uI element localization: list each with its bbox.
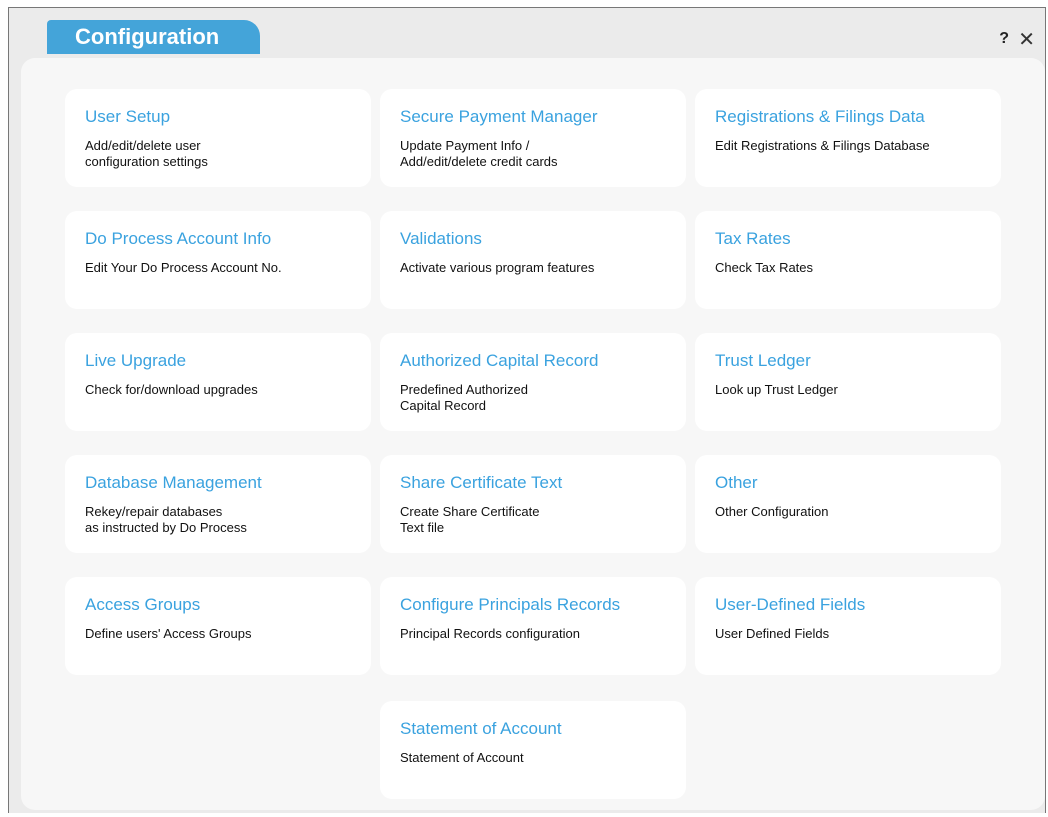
card-desc: Other Configuration [715, 504, 829, 519]
card-desc: Statement of Account [400, 750, 524, 765]
card-desc: Rekey/repair databases as instructed by … [85, 504, 247, 535]
card-trust-ledger[interactable]: Trust Ledger Look up Trust Ledger [695, 333, 1001, 431]
card-desc: User Defined Fields [715, 626, 830, 641]
help-button[interactable]: ? [999, 30, 1009, 48]
close-icon[interactable]: ✕ [1018, 27, 1035, 52]
card-user-setup[interactable]: User Setup Add/edit/delete user configur… [65, 89, 371, 187]
card-title: Configure Principals Records [400, 595, 621, 614]
config-panel: User Setup Add/edit/delete user configur… [21, 58, 1045, 810]
card-title: Trust Ledger [715, 351, 811, 370]
card-title: Secure Payment Manager [400, 107, 598, 126]
card-desc: Principal Records configuration [400, 626, 580, 641]
card-desc: Edit Your Do Process Account No. [85, 260, 282, 275]
card-share-certificate-text[interactable]: Share Certificate Text Create Share Cert… [380, 455, 686, 553]
card-registrations-filings-data[interactable]: Registrations & Filings Data Edit Regist… [695, 89, 1001, 187]
card-title: Validations [400, 229, 482, 248]
window-title: Configuration [47, 20, 260, 54]
card-user-defined-fields[interactable]: User-Defined Fields User Defined Fields [695, 577, 1001, 675]
card-authorized-capital-record[interactable]: Authorized Capital Record Predefined Aut… [380, 333, 686, 431]
card-desc: Create Share Certificate Text file [400, 504, 540, 535]
card-desc: Look up Trust Ledger [715, 382, 838, 397]
card-do-process-account-info[interactable]: Do Process Account Info Edit Your Do Pro… [65, 211, 371, 309]
card-title: Database Management [85, 473, 262, 492]
card-access-groups[interactable]: Access Groups Define users' Access Group… [65, 577, 371, 675]
card-title: Other [715, 473, 758, 492]
card-live-upgrade[interactable]: Live Upgrade Check for/download upgrades [65, 333, 371, 431]
card-title: User-Defined Fields [715, 595, 866, 614]
card-desc: Activate various program features [400, 260, 595, 275]
card-database-management[interactable]: Database Management Rekey/repair databas… [65, 455, 371, 553]
card-tax-rates[interactable]: Tax Rates Check Tax Rates [695, 211, 1001, 309]
card-desc: Check Tax Rates [715, 260, 814, 275]
configuration-window: Configuration ? ✕ User Setup Add/edit/de… [8, 7, 1046, 813]
card-desc: Predefined Authorized Capital Record [400, 382, 528, 413]
card-desc: Define users' Access Groups [85, 626, 252, 641]
card-desc: Check for/download upgrades [85, 382, 258, 397]
card-desc: Edit Registrations & Filings Database [715, 138, 930, 153]
card-title: User Setup [85, 107, 171, 126]
card-other[interactable]: Other Other Configuration [695, 455, 1001, 553]
card-validations[interactable]: Validations Activate various program fea… [380, 211, 686, 309]
card-configure-principals-records[interactable]: Configure Principals Records Principal R… [380, 577, 686, 675]
card-title: Do Process Account Info [85, 229, 272, 248]
card-title: Tax Rates [715, 229, 791, 248]
card-secure-payment-manager[interactable]: Secure Payment Manager Update Payment In… [380, 89, 686, 187]
card-title: Live Upgrade [85, 351, 187, 370]
card-title: Authorized Capital Record [400, 351, 599, 370]
card-title: Statement of Account [400, 719, 562, 738]
card-title: Share Certificate Text [400, 473, 563, 492]
card-title: Access Groups [85, 595, 201, 614]
card-title: Registrations & Filings Data [715, 107, 925, 126]
card-desc: Add/edit/delete user configuration setti… [85, 138, 208, 169]
card-desc: Update Payment Info / Add/edit/delete cr… [400, 138, 558, 169]
card-statement-of-account[interactable]: Statement of Account Statement of Accoun… [380, 701, 686, 799]
